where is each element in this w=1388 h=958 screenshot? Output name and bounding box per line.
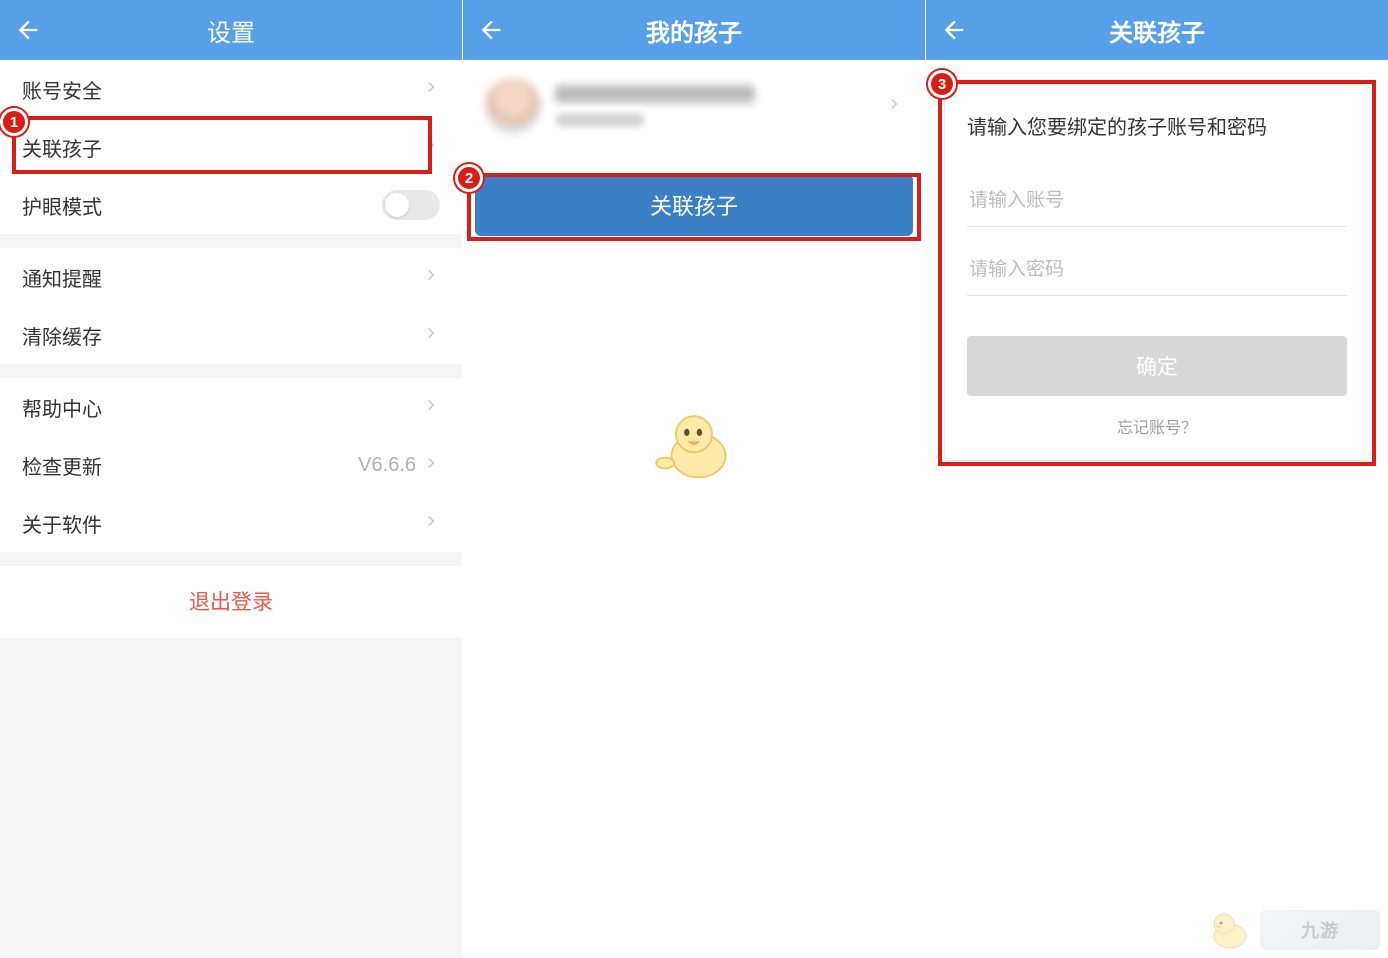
- header-title-my-child: 我的孩子: [463, 13, 925, 48]
- chevron-right-icon: [422, 452, 440, 478]
- divider: [0, 364, 462, 378]
- bind-card: 请输入您要绑定的孩子账号和密码 确定 忘记账号？: [944, 84, 1370, 461]
- panel-settings: 设置 账号安全 关联孩子 护眼模式: [0, 0, 463, 958]
- version-text: V6.6.6: [358, 454, 416, 477]
- row-label: 关于软件: [22, 509, 422, 538]
- child-sub-blurred: [555, 113, 645, 127]
- child-name-blurred: [555, 85, 755, 103]
- settings-group-about: 帮助中心 检查更新 V6.6.6 关于软件: [0, 378, 462, 552]
- header-associate: 关联孩子: [926, 0, 1388, 60]
- divider: [0, 234, 462, 248]
- row-label: 账号安全: [22, 75, 422, 104]
- row-notify[interactable]: 通知提醒: [0, 248, 462, 306]
- eye-mode-toggle[interactable]: [382, 190, 440, 220]
- forgot-account-link[interactable]: 忘记账号？: [967, 414, 1347, 438]
- mascot-icon: [649, 400, 739, 490]
- child-info: [555, 85, 877, 127]
- header-my-child: 我的孩子: [463, 0, 925, 60]
- chevron-right-icon: [422, 264, 440, 290]
- back-icon[interactable]: [14, 16, 42, 44]
- chevron-right-icon: [422, 394, 440, 420]
- row-account-security[interactable]: 账号安全: [0, 60, 462, 118]
- associate-child-button[interactable]: 关联孩子: [475, 174, 913, 236]
- card-title: 请输入您要绑定的孩子账号和密码: [967, 111, 1347, 140]
- divider: [0, 638, 462, 958]
- row-check-update[interactable]: 检查更新 V6.6.6: [0, 436, 462, 494]
- row-label: 关联孩子: [22, 133, 422, 162]
- confirm-button[interactable]: 确定: [967, 336, 1347, 396]
- chevron-right-icon: [422, 76, 440, 102]
- chevron-right-icon: [422, 322, 440, 348]
- panel-my-child: 我的孩子 关联孩子 2: [463, 0, 926, 958]
- logout-button[interactable]: 退出登录: [0, 566, 462, 638]
- divider: [0, 552, 462, 566]
- settings-group-notify: 通知提醒 清除缓存: [0, 248, 462, 364]
- watermark-duck-icon: [1202, 910, 1252, 950]
- associate-button-wrap: 关联孩子: [463, 174, 925, 236]
- row-clear-cache[interactable]: 清除缓存: [0, 306, 462, 364]
- account-input[interactable]: [967, 180, 1347, 227]
- row-associate-child[interactable]: 关联孩子: [0, 118, 462, 176]
- row-about[interactable]: 关于软件: [0, 494, 462, 552]
- row-label: 护眼模式: [22, 191, 382, 220]
- header-title-associate: 关联孩子: [926, 13, 1388, 48]
- watermark-logo: 九游: [1260, 910, 1380, 950]
- chevron-right-icon: [885, 93, 903, 119]
- row-help-center[interactable]: 帮助中心: [0, 378, 462, 436]
- header-settings: 设置: [0, 0, 462, 60]
- password-input[interactable]: [967, 249, 1347, 296]
- header-title-settings: 设置: [0, 13, 462, 48]
- child-row[interactable]: [463, 60, 925, 152]
- chevron-right-icon: [422, 510, 440, 536]
- watermark: 九游: [1202, 910, 1380, 950]
- row-label: 帮助中心: [22, 393, 422, 422]
- chevron-right-icon: [422, 134, 440, 160]
- row-eye-mode[interactable]: 护眼模式: [0, 176, 462, 234]
- back-icon[interactable]: [477, 16, 505, 44]
- settings-group-account: 账号安全 关联孩子 护眼模式: [0, 60, 462, 234]
- back-icon[interactable]: [940, 16, 968, 44]
- row-label: 通知提醒: [22, 263, 422, 292]
- row-label: 清除缓存: [22, 321, 422, 350]
- row-label: 检查更新: [22, 451, 358, 480]
- panel-associate: 关联孩子 请输入您要绑定的孩子账号和密码 确定 忘记账号？ 3: [926, 0, 1388, 958]
- avatar: [485, 78, 541, 134]
